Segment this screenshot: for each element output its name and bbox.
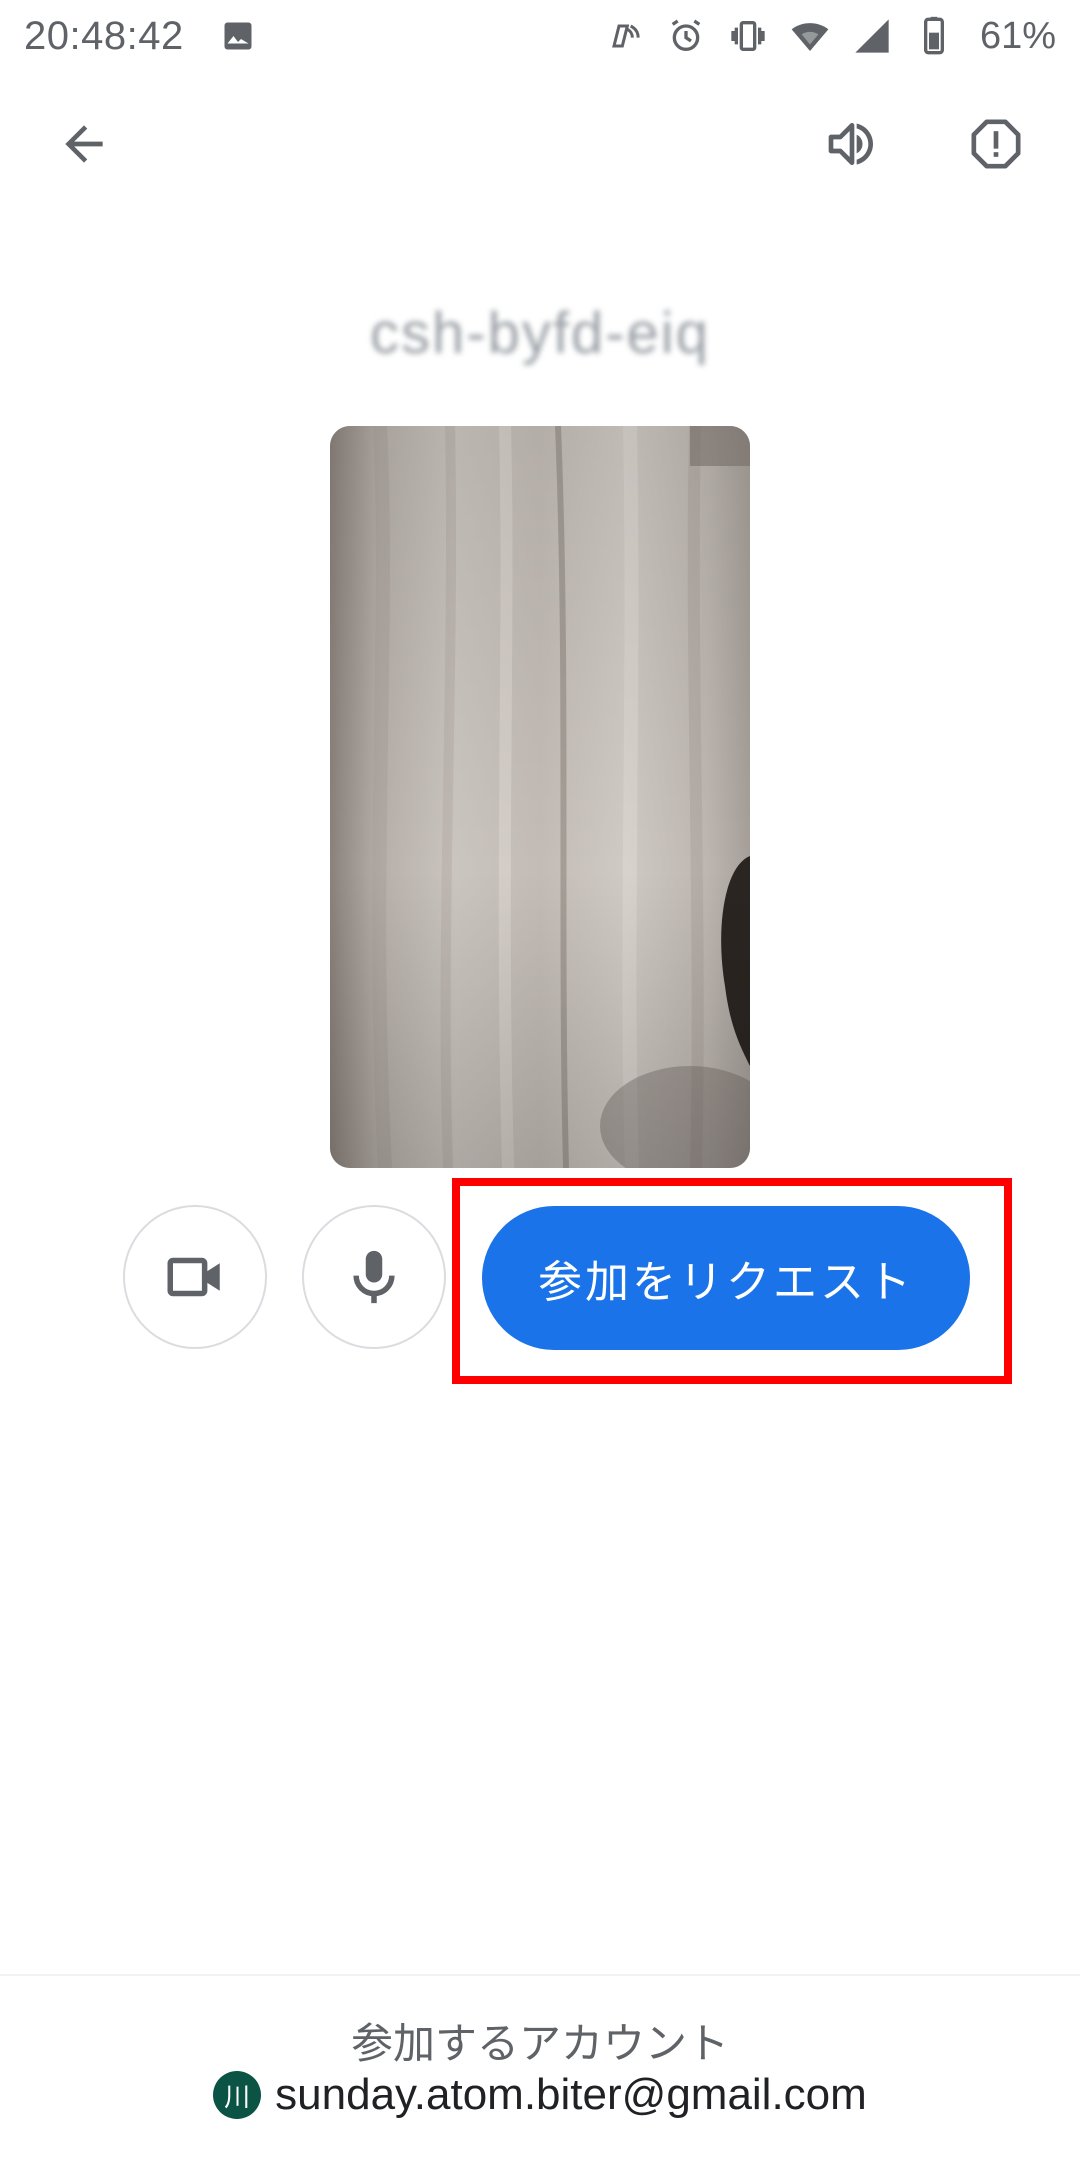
- audio-output-button[interactable]: [804, 96, 900, 192]
- image-icon: [224, 22, 252, 50]
- status-icons: 61%: [604, 15, 1056, 58]
- report-button[interactable]: [948, 96, 1044, 192]
- battery-percent: 61%: [979, 14, 1056, 57]
- account-email: sunday.atom.biter@gmail.com: [275, 2070, 867, 2119]
- report-issue-icon: [971, 119, 1021, 169]
- camera-toggle-button[interactable]: [123, 1205, 267, 1349]
- arrow-back-icon: [65, 125, 103, 163]
- videocam-icon: [167, 1257, 220, 1297]
- battery-icon: [923, 16, 944, 55]
- footer-divider: [0, 1974, 1080, 1976]
- account-label: 参加するアカウント: [350, 2019, 729, 2068]
- meeting-code: csh-byfd-eiq: [370, 301, 710, 366]
- account-row[interactable]: 川 sunday.atom.biter@gmail.com: [0, 2070, 1080, 2120]
- highlight-annotation: [452, 1178, 1012, 1384]
- curtain-video-frame: [330, 426, 750, 1168]
- mic-icon: [353, 1250, 395, 1304]
- camera-preview: [330, 426, 750, 1168]
- vibrate-icon: [731, 21, 765, 51]
- avatar: 川: [213, 2071, 262, 2119]
- signal-icon: [855, 19, 889, 53]
- wifi-icon: [791, 23, 829, 51]
- status-time: 20:48:42: [24, 13, 184, 58]
- nfc-icon: [612, 24, 640, 48]
- meet-join-screen: 20:48:42 61% csh-byfd-eiq 参加をリクエスト 参加するア…: [0, 0, 1080, 2160]
- mic-toggle-button[interactable]: [302, 1205, 446, 1349]
- status-bar: 20:48:42 61%: [0, 0, 1080, 72]
- back-button[interactable]: [36, 96, 132, 192]
- alarm-icon: [671, 19, 701, 52]
- top-app-bar: [0, 90, 1080, 200]
- volume-icon: [828, 123, 873, 166]
